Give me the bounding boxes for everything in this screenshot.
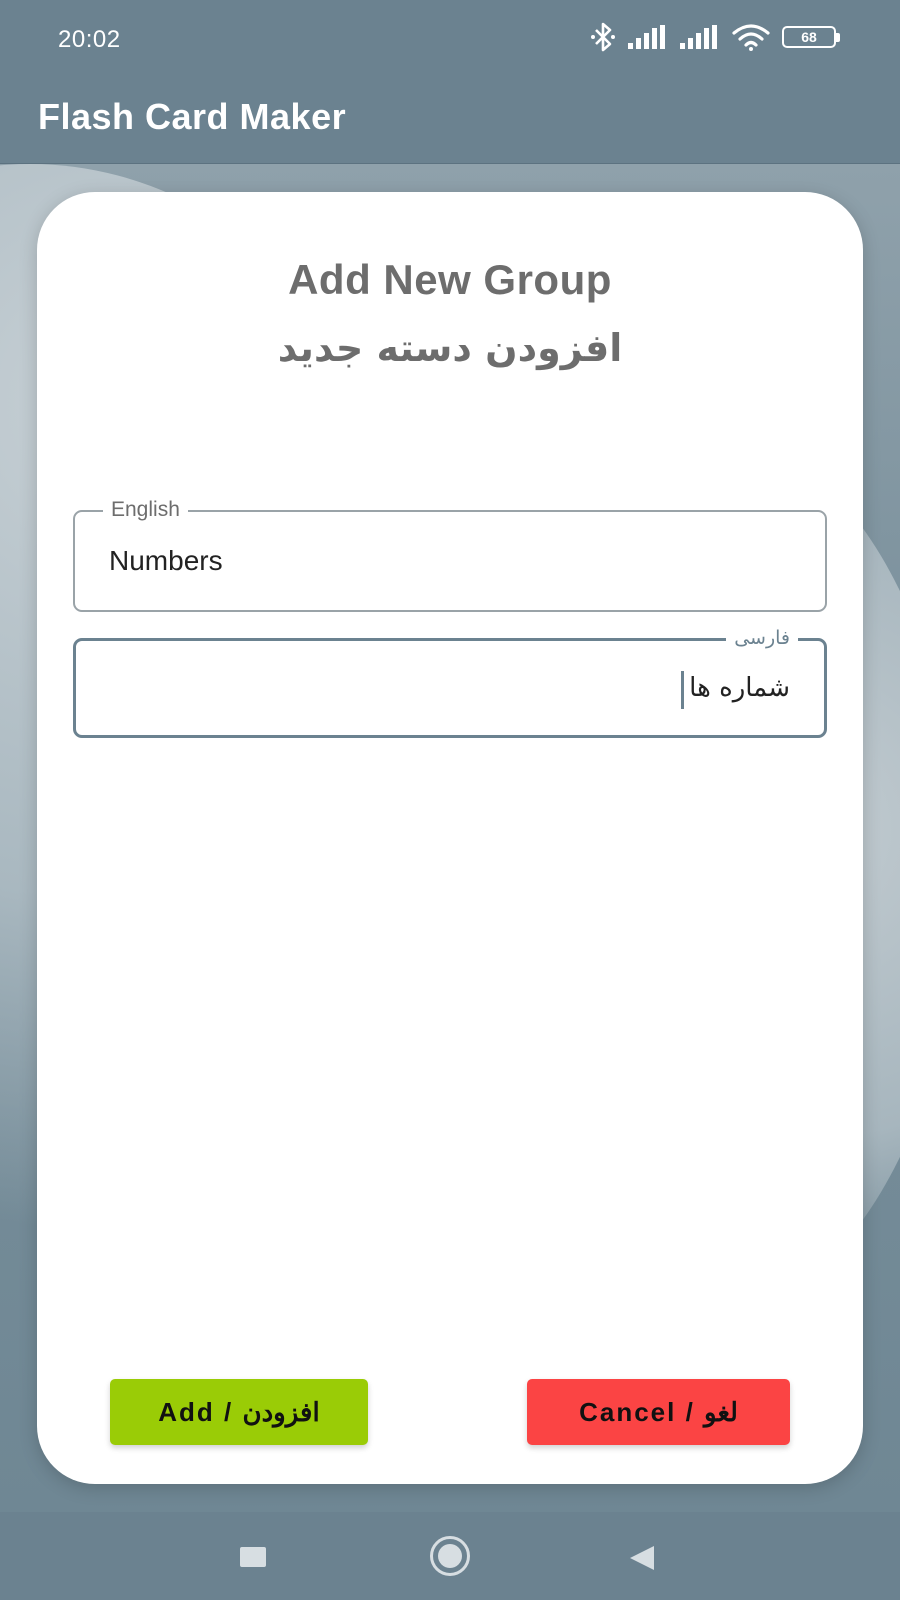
status-bar: 20:02 68	[0, 0, 900, 82]
dialog-title-farsi: افزودن دسته جدید	[277, 326, 623, 370]
signal-icon	[628, 25, 665, 49]
home-circle-icon[interactable]	[430, 1536, 470, 1576]
status-time: 20:02	[58, 26, 121, 53]
signal-icon	[680, 25, 717, 49]
farsi-field[interactable]: فارسی	[73, 627, 827, 738]
english-field[interactable]: English	[73, 498, 827, 612]
text-cursor	[681, 671, 684, 709]
bluetooth-icon	[591, 22, 615, 52]
wifi-icon	[732, 24, 770, 51]
add-group-dialog: Add New Group افزودن دسته جدید English ف…	[37, 192, 863, 1484]
add-button[interactable]: Add / افزودن	[110, 1379, 368, 1445]
back-triangle-icon[interactable]	[630, 1546, 654, 1570]
dialog-title-english: Add New Group	[288, 256, 612, 303]
battery-level: 68	[801, 29, 817, 45]
status-icons: 68	[590, 22, 840, 52]
recents-square-icon[interactable]	[240, 1547, 266, 1567]
navigation-bar	[0, 1512, 900, 1600]
english-input[interactable]	[75, 512, 825, 610]
cancel-button[interactable]: Cancel / لغو	[527, 1379, 790, 1445]
app-bar: Flash Card Maker	[0, 82, 900, 164]
app-title: Flash Card Maker	[38, 96, 347, 137]
farsi-input[interactable]	[76, 641, 824, 735]
battery-icon: 68	[782, 26, 840, 48]
